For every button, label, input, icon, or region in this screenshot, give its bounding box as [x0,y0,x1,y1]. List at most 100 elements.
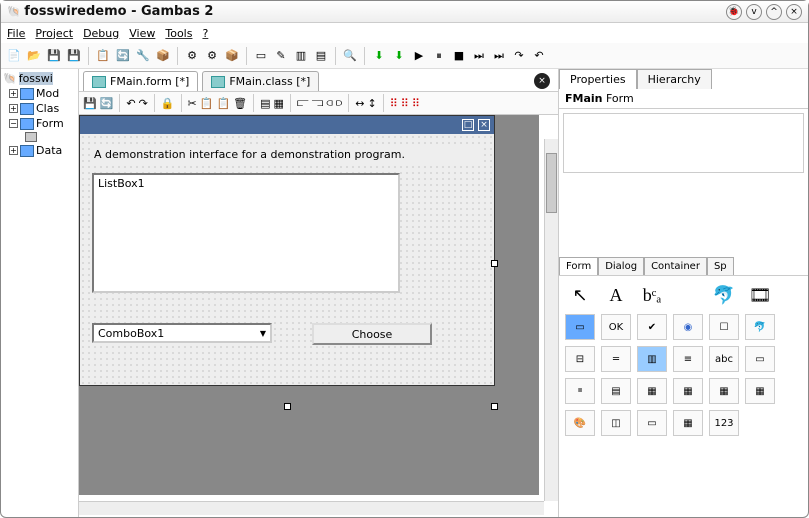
listbox-control[interactable]: ListBox1 [92,173,400,293]
new-icon[interactable]: 📄 [5,47,23,65]
tbtab-container[interactable]: Container [644,257,707,275]
tool-textlabel[interactable]: bᶜₐ [637,282,667,308]
edit-icon[interactable]: ✎ [272,47,290,65]
menu-project[interactable]: Project [35,27,73,40]
save-icon[interactable]: 💾 [45,47,63,65]
tool-gridview[interactable]: ▦ [673,378,703,404]
ft-menu-icon[interactable]: ▤ [260,97,270,110]
tool-progressbar[interactable]: ▭ [637,410,667,436]
run-icon[interactable]: ⬇ [370,47,388,65]
tool-radiobutton[interactable]: ◉ [673,314,703,340]
menu-view[interactable]: View [129,27,155,40]
run2-icon[interactable]: ⬇ [390,47,408,65]
step-icon[interactable]: ⏭ [470,47,488,65]
tool-pointer[interactable]: ↖ [565,282,595,308]
ft-save-icon[interactable]: 💾 [83,97,97,110]
form-icon[interactable]: ▭ [252,47,270,65]
form-window[interactable]: □ × A demonstration interface for a demo… [79,115,495,386]
pause-icon[interactable]: ⏸ [430,47,448,65]
ft-cut-icon[interactable]: ✂ [188,97,197,110]
tbtab-special[interactable]: Sp [707,257,734,275]
tool-slider[interactable]: ⊟ [565,346,595,372]
tree-data[interactable]: +Data [3,143,76,158]
minimize-button[interactable]: v [746,4,762,20]
ft-al4-icon[interactable]: ⫐ [336,96,342,110]
tool-listbox[interactable]: ≡ [673,346,703,372]
menu-help[interactable]: ? [202,27,208,40]
ft-reload-icon[interactable]: 🔄 [100,97,114,110]
ft-del-icon[interactable]: 🗑 [233,97,247,110]
ft-redo-icon[interactable]: ↷ [139,97,148,110]
close-button[interactable]: × [786,4,802,20]
tbtab-dialog[interactable]: Dialog [598,257,644,275]
tab-hierarchy[interactable]: Hierarchy [637,69,712,89]
tbtab-form[interactable]: Form [559,257,598,275]
tool-toolbutton[interactable]: 🐬 [745,314,775,340]
tool-tableview[interactable]: ▦ [745,378,775,404]
tab-close-icon[interactable]: × [534,73,550,89]
tool-togglebutton[interactable]: ☐ [709,314,739,340]
step2-icon[interactable]: ⏭ [490,47,508,65]
tool-scrollbar[interactable]: ═ [601,346,631,372]
zoom-icon[interactable]: 🔍 [341,47,359,65]
tree-root[interactable]: 🐚fosswi [3,71,76,86]
bug-icon[interactable]: 🐞 [726,4,742,20]
tool-movie[interactable]: 🎞 [745,282,775,308]
tool-label[interactable]: A [601,282,631,308]
resize-handle-e[interactable] [491,260,498,267]
ft-al2-icon[interactable]: ⫎ [312,96,324,110]
tree-forms[interactable]: −Form [3,116,76,131]
tool-colorchooser[interactable]: 🎨 [565,410,595,436]
exec-icon[interactable]: 📦 [154,47,172,65]
tab-fmain-form[interactable]: FMain.form [*] [83,71,198,91]
tool-tabstrip[interactable]: ▦ [673,410,703,436]
properties-grid[interactable] [563,113,804,173]
saveall-icon[interactable]: 💾 [65,47,83,65]
tool-panel[interactable]: ▭ [565,314,595,340]
tool-textbox[interactable]: abc [709,346,739,372]
tool-combobox[interactable]: ▭ [745,346,775,372]
ft-undo-icon[interactable]: ↶ [126,97,135,110]
tool-blank1[interactable] [673,282,703,308]
maximize-button[interactable]: ^ [766,4,782,20]
tab-properties[interactable]: Properties [559,69,637,89]
menu-file[interactable]: File [7,27,25,40]
ft-g2-icon[interactable]: ⠿ [401,97,409,110]
play-icon[interactable]: ▶ [410,47,428,65]
ft-al3-icon[interactable]: ⫏ [326,96,332,110]
resize-handle-se[interactable] [491,403,498,410]
form-close-icon[interactable]: × [478,119,490,131]
ft-grid-icon[interactable]: ▦ [274,97,284,110]
package-icon[interactable]: 📦 [223,47,241,65]
tool-iconview[interactable]: ▦ [637,378,667,404]
ft-paste-icon[interactable]: 📋 [216,97,230,110]
tool-drawingarea[interactable]: ◫ [601,410,631,436]
ft-a6-icon[interactable]: ↕ [367,97,376,110]
tool2-icon[interactable]: ▤ [312,47,330,65]
ft-a5-icon[interactable]: ↔ [355,97,364,110]
step4-icon[interactable]: ↶ [530,47,548,65]
gear-icon[interactable]: ⚙ [183,47,201,65]
tool-spinbox[interactable]: 123 [709,410,739,436]
tab-fmain-class[interactable]: FMain.class [*] [202,71,319,91]
ft-al1-icon[interactable]: ⫍ [297,96,309,110]
stop-icon[interactable]: ■ [450,47,468,65]
tool-columnview[interactable]: ▦ [709,378,739,404]
ft-copy-icon[interactable]: 📋 [200,97,214,110]
open-icon[interactable]: 📂 [25,47,43,65]
scroll-thumb[interactable] [546,153,557,213]
choose-button[interactable]: Choose [312,323,432,345]
scrollbar-horizontal[interactable] [79,501,544,515]
tree-classes[interactable]: +Clas [3,101,76,116]
tool-listview[interactable]: ≣ [565,378,595,404]
tree-form-fmain[interactable] [3,131,76,143]
menu-debug[interactable]: Debug [83,27,119,40]
ft-lock-icon[interactable]: 🔒 [161,97,175,110]
tool1-icon[interactable]: ▥ [292,47,310,65]
tool-frame[interactable]: ▥ [637,346,667,372]
step3-icon[interactable]: ↷ [510,47,528,65]
tool-button[interactable]: OK [601,314,631,340]
tool-treeview[interactable]: ▤ [601,378,631,404]
props-icon[interactable]: 📋 [94,47,112,65]
resize-handle-s[interactable] [284,403,291,410]
